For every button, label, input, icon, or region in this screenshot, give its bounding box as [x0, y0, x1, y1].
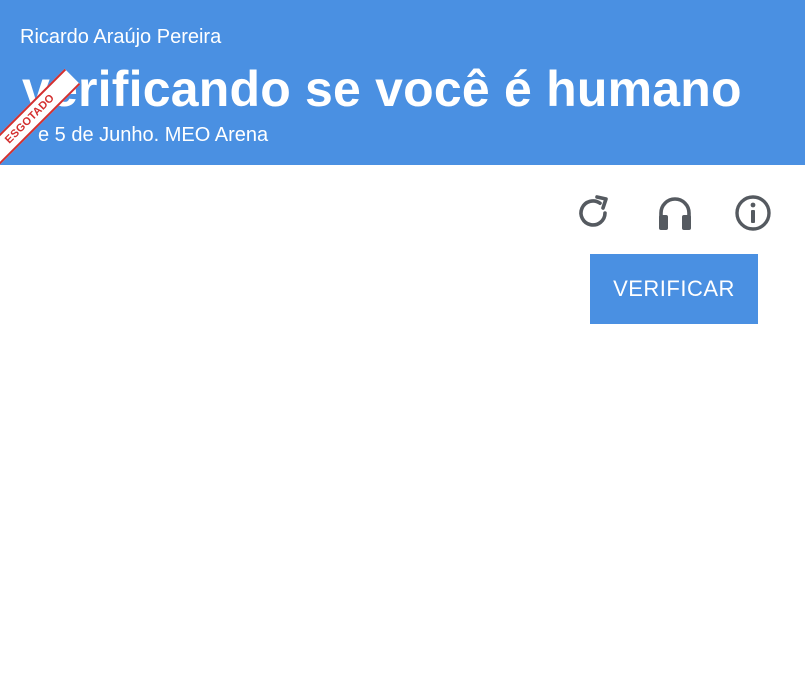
- challenge-controls: [570, 190, 780, 235]
- verify-button[interactable]: VERIFICAR: [590, 254, 758, 324]
- challenge-header: Ricardo Araújo Pereira verificando se vo…: [0, 0, 805, 165]
- captcha-tile-grid: [6, 177, 532, 700]
- header-title: verificando se você é humano: [22, 61, 742, 117]
- captcha-tile[interactable]: [404, 441, 533, 569]
- captcha-tile[interactable]: [404, 177, 533, 305]
- captcha-tile[interactable]: [271, 441, 400, 569]
- captcha-tile[interactable]: [6, 572, 135, 700]
- captcha-tile[interactable]: [271, 309, 400, 437]
- captcha-tile[interactable]: [271, 572, 400, 700]
- reload-icon[interactable]: [570, 190, 616, 236]
- captcha-tile[interactable]: [404, 309, 533, 437]
- captcha-tile[interactable]: [271, 177, 400, 305]
- captcha-tile[interactable]: [139, 572, 268, 700]
- headphones-icon[interactable]: [652, 190, 698, 236]
- captcha-tile[interactable]: [139, 177, 268, 305]
- captcha-tile[interactable]: [139, 309, 268, 437]
- captcha-tile[interactable]: [6, 441, 135, 569]
- info-icon[interactable]: [730, 190, 776, 236]
- captcha-tile[interactable]: [139, 441, 268, 569]
- header-subtitle: Ricardo Araújo Pereira: [20, 26, 222, 48]
- captcha-tile[interactable]: [404, 572, 533, 700]
- header-detail: e 5 de Junho. MEO Arena: [38, 124, 269, 146]
- captcha-tile[interactable]: [6, 309, 135, 437]
- captcha-tile[interactable]: [6, 177, 135, 305]
